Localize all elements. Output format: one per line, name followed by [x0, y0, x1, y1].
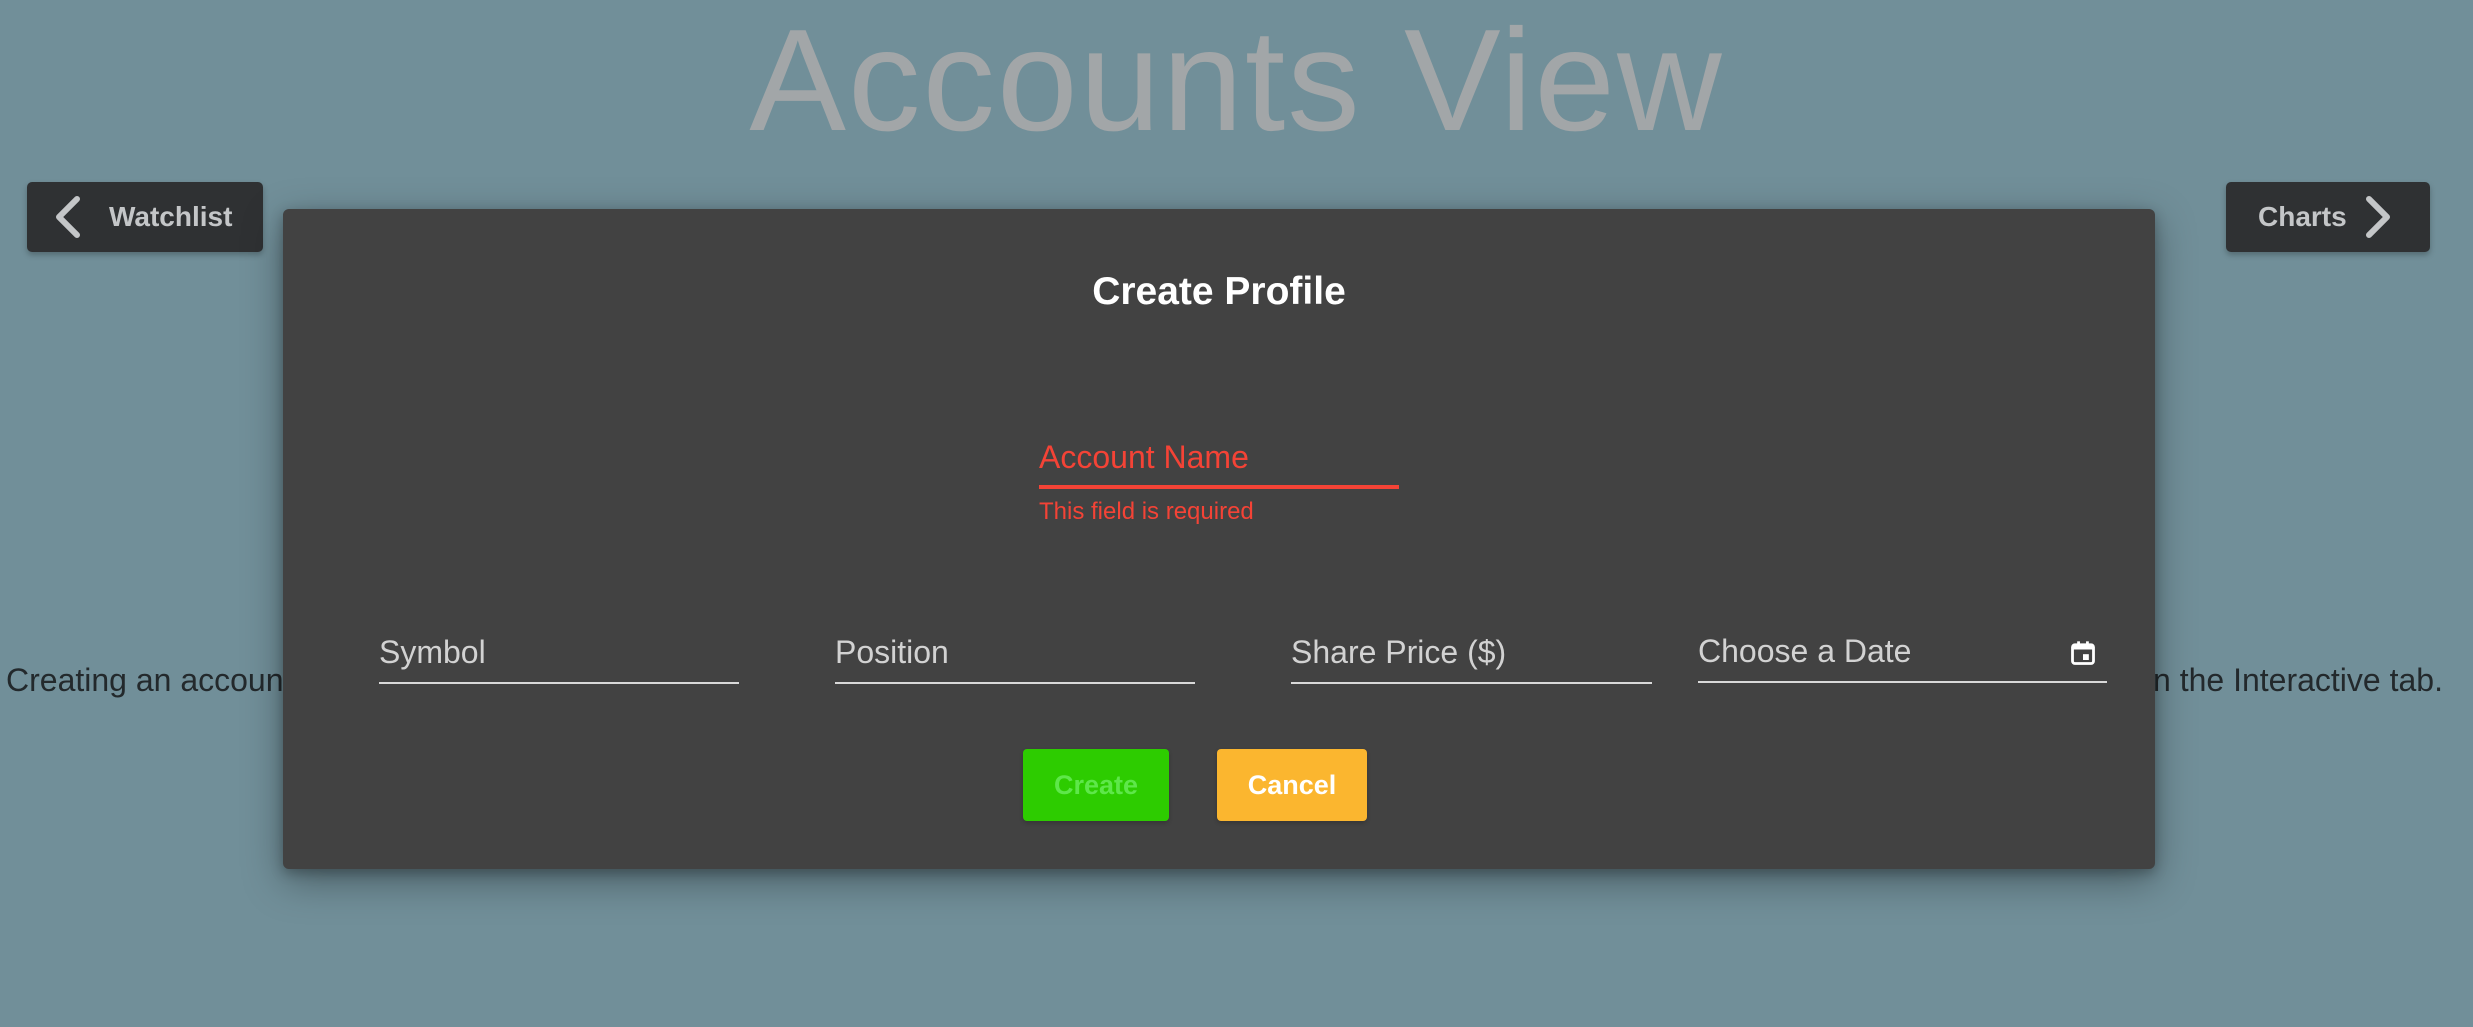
share-price-label: Share Price ($): [1291, 634, 1507, 670]
position-field[interactable]: Position: [835, 614, 1195, 684]
date-label: Choose a Date: [1698, 633, 1912, 669]
date-underline: [1698, 681, 2107, 683]
chevron-left-icon: [56, 196, 80, 238]
position-label: Position: [835, 634, 949, 670]
background-description-left: Creating an account: [6, 662, 293, 698]
account-name-field[interactable]: Account Name: [1039, 419, 1399, 489]
create-button[interactable]: Create: [1023, 749, 1169, 821]
background-description-right: n the Interactive tab.: [2153, 662, 2443, 698]
chevron-right-icon: [2365, 196, 2390, 238]
symbol-underline: [379, 682, 739, 684]
symbol-label: Symbol: [379, 634, 486, 670]
watchlist-nav-label: Watchlist: [109, 201, 233, 232]
share-price-field[interactable]: Share Price ($): [1291, 614, 1652, 684]
share-price-underline: [1291, 682, 1652, 684]
dialog-title: Create Profile: [1092, 270, 1346, 313]
watchlist-nav-button[interactable]: Watchlist: [27, 182, 263, 252]
position-underline: [835, 682, 1195, 684]
calendar-icon[interactable]: [2069, 639, 2097, 667]
page-title: Accounts View: [749, 0, 1724, 161]
charts-nav-label: Charts: [2258, 201, 2347, 232]
account-name-label: Account Name: [1039, 439, 1249, 475]
account-name-error: This field is required: [1039, 498, 1254, 525]
cancel-button[interactable]: Cancel: [1217, 749, 1367, 821]
charts-nav-button[interactable]: Charts: [2226, 182, 2430, 252]
date-field[interactable]: Choose a Date: [1698, 614, 2107, 683]
symbol-field[interactable]: Symbol: [379, 614, 739, 684]
create-profile-dialog: Create Profile Account Name This field i…: [283, 209, 2155, 869]
account-name-underline: [1039, 485, 1399, 489]
